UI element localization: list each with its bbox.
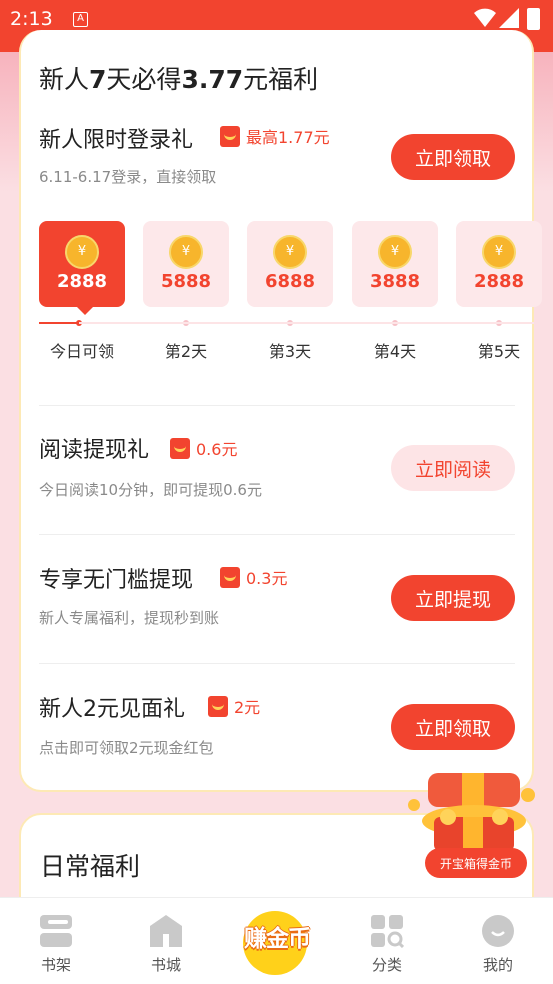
login-gift-claim-button[interactable]: 立即领取 <box>391 134 515 180</box>
welfare-title: 新人7天必得3.77元福利 <box>39 65 319 94</box>
no-threshold-subtitle: 新人专属福利，提现秒到账 <box>39 609 220 627</box>
divider <box>39 663 515 664</box>
nav-profile[interactable]: 我的 <box>453 898 543 984</box>
day-reward-amount: 3888 <box>369 271 421 292</box>
bookshelf-icon <box>40 915 72 947</box>
day-reward-card[interactable]: ¥2888 <box>456 221 542 307</box>
status-time: 2:13 <box>10 8 53 30</box>
day-reward-amount: 2888 <box>473 271 525 292</box>
welcome-gift-claim-button[interactable]: 立即领取 <box>391 704 515 750</box>
withdraw-now-button[interactable]: 立即提现 <box>391 575 515 621</box>
coin-icon: ¥ <box>169 235 203 269</box>
red-envelope-icon <box>170 437 190 459</box>
nav-category-label: 分类 <box>371 956 402 974</box>
progress-track <box>39 322 534 324</box>
red-envelope-icon <box>220 125 240 147</box>
coin-icon: ¥ <box>273 235 307 269</box>
red-envelope-icon <box>208 695 228 717</box>
signal-icon <box>499 8 519 28</box>
day-reward-card[interactable]: ¥3888 <box>352 221 438 307</box>
day-label: 第3天 <box>268 342 312 361</box>
coin-icon: ¥ <box>482 235 516 269</box>
earn-coins-button[interactable]: 赚金币 <box>225 905 329 975</box>
open-chest-button[interactable]: 开宝箱得金币 <box>425 848 527 878</box>
read-now-button[interactable]: 立即阅读 <box>391 445 515 491</box>
coin-icon: ¥ <box>65 235 99 269</box>
progress-fill <box>39 322 79 324</box>
login-gift-subtitle: 6.11-6.17登录，直接领取 <box>39 168 217 186</box>
profile-icon <box>482 915 514 947</box>
day-reward-card[interactable]: ¥2888 <box>39 221 125 315</box>
nav-bookstore-label: 书城 <box>150 956 181 974</box>
coin-icon: ¥ <box>378 235 412 269</box>
day-reward-amount: 5888 <box>160 271 212 292</box>
divider <box>39 534 515 535</box>
daily-welfare-title: 日常福利 <box>40 852 141 881</box>
battery-icon <box>527 8 540 30</box>
nav-bookshelf[interactable]: 书架 <box>11 898 101 984</box>
welcome-gift-subtitle: 点击即可领取2元现金红包 <box>39 739 214 757</box>
day-reward-amount: 6888 <box>264 271 316 292</box>
wifi-icon <box>474 8 496 27</box>
welcome-gift-title: 新人2元见面礼 <box>39 697 185 722</box>
login-gift-title: 新人限时登录礼 <box>39 128 194 153</box>
nav-profile-label: 我的 <box>482 956 513 974</box>
day-label: 第4天 <box>373 342 417 361</box>
bookstore-icon <box>150 915 182 947</box>
nav-bookstore[interactable]: 书城 <box>121 898 211 984</box>
day-reward-card[interactable]: ¥5888 <box>143 221 229 307</box>
no-threshold-title: 专享无门槛提现 <box>39 568 194 593</box>
day-reward-amount: 2888 <box>56 271 108 292</box>
nav-category[interactable]: 分类 <box>342 898 432 984</box>
treasure-chest-icon <box>408 773 535 851</box>
day-label: 今日可领 <box>49 342 114 361</box>
welcome-gift-badge: 2元 <box>208 694 260 718</box>
divider <box>39 405 515 406</box>
no-threshold-badge: 0.3元 <box>220 565 287 589</box>
read-gift-title: 阅读提现礼 <box>39 438 150 463</box>
day-label: 第5天 <box>477 342 521 361</box>
read-gift-badge: 0.6元 <box>170 436 237 460</box>
read-gift-subtitle: 今日阅读10分钟，即可提现0.6元 <box>39 481 262 499</box>
earn-coins-label: 赚金币 <box>244 926 311 952</box>
category-icon <box>371 915 404 948</box>
day-reward-card[interactable]: ¥6888 <box>247 221 333 307</box>
notification-icon: A <box>73 12 88 27</box>
login-gift-badge: 最高1.77元 <box>220 124 330 148</box>
red-envelope-icon <box>220 566 240 588</box>
day-label: 第2天 <box>164 342 208 361</box>
nav-bookshelf-label: 书架 <box>40 956 71 974</box>
